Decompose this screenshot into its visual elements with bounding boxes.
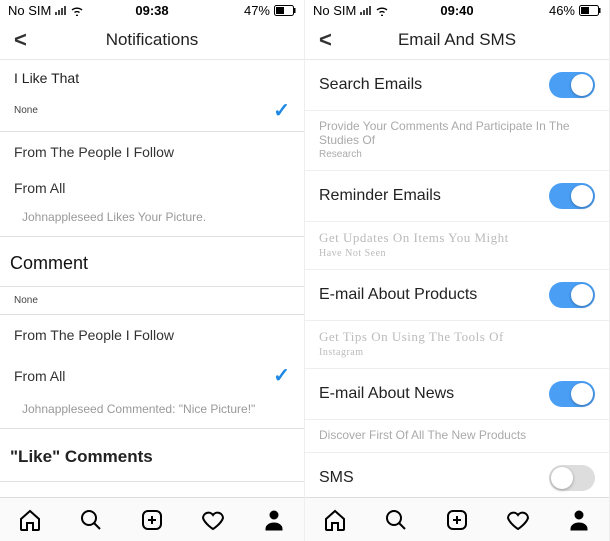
status-time: 09:40 (440, 3, 473, 18)
phone-left: No SIM 09:38 47% < Notifications I Like … (0, 0, 305, 541)
setting-label: Search Emails (319, 76, 422, 94)
divider (0, 481, 304, 482)
divider (0, 428, 304, 429)
setting-label: SMS (319, 469, 354, 487)
option-label: From The People I Follow (14, 327, 174, 343)
checkmark-icon: ✓ (273, 98, 290, 123)
section-comment: Comment (0, 239, 304, 284)
option-follow[interactable]: From The People I Follow (0, 134, 304, 170)
battery-icon (579, 5, 601, 16)
option-all[interactable]: From All (0, 170, 304, 206)
status-bar: No SIM 09:40 46% (305, 0, 609, 20)
carrier-text: No SIM (313, 3, 356, 18)
setting-label: E-mail About News (319, 385, 454, 403)
section-likecomments: "Like" Comments (0, 431, 304, 479)
toggle-email-news[interactable] (549, 381, 595, 407)
example-text: Johnappleseed Commented: "Nice Picture!" (0, 398, 304, 426)
option-label: None (14, 295, 38, 306)
tab-search[interactable] (383, 507, 409, 533)
toggle-reminder-emails[interactable] (549, 183, 595, 209)
wifi-icon (70, 5, 84, 16)
section-ilike: I Like That (0, 60, 304, 92)
divider (0, 314, 304, 315)
tabbar (0, 497, 304, 541)
setting-email-news: E-mail About News (305, 369, 609, 420)
signal-icon (55, 5, 66, 15)
battery-icon (274, 5, 296, 16)
back-button[interactable]: < (10, 27, 31, 53)
divider (0, 131, 304, 132)
tab-home[interactable] (17, 507, 43, 533)
page-title: Email And SMS (398, 30, 516, 50)
content: Search Emails Provide Your Comments And … (305, 60, 609, 497)
wifi-icon (375, 5, 389, 16)
setting-reminder-emails: Reminder Emails (305, 171, 609, 222)
setting-desc: Get Updates On Items You Might Have Not … (305, 222, 609, 270)
setting-email-products: E-mail About Products (305, 270, 609, 321)
back-button[interactable]: < (315, 27, 336, 53)
content: I Like That None ✓ From The People I Fol… (0, 60, 304, 497)
setting-label: Reminder Emails (319, 187, 441, 205)
phone-right: No SIM 09:40 46% < Email And SMS Search … (305, 0, 610, 541)
header: < Email And SMS (305, 20, 609, 60)
battery-text: 46% (549, 3, 575, 18)
divider (0, 236, 304, 237)
tab-add[interactable] (139, 507, 165, 533)
option-label: From The People I Follow (14, 144, 174, 160)
toggle-sms[interactable] (549, 465, 595, 491)
option-all[interactable]: From All ✓ (0, 353, 304, 398)
option-label: From All (14, 368, 65, 384)
tab-activity[interactable] (505, 507, 531, 533)
setting-label: E-mail About Products (319, 286, 477, 304)
status-time: 09:38 (135, 3, 168, 18)
example-text: Johnappleseed Likes Your Picture. (0, 206, 304, 234)
signal-icon (360, 5, 371, 15)
setting-search-emails: Search Emails (305, 60, 609, 111)
option-label: From All (14, 180, 65, 196)
setting-desc: Discover First Of All The New Products (305, 420, 609, 453)
tab-profile[interactable] (261, 507, 287, 533)
status-bar: No SIM 09:38 47% (0, 0, 304, 20)
toggle-search-emails[interactable] (549, 72, 595, 98)
setting-sms: SMS (305, 453, 609, 497)
tab-activity[interactable] (200, 507, 226, 533)
tabbar (305, 497, 609, 541)
tab-add[interactable] (444, 507, 470, 533)
tab-home[interactable] (322, 507, 348, 533)
checkmark-icon: ✓ (273, 363, 290, 388)
option-none[interactable]: None (0, 289, 304, 312)
setting-desc: Provide Your Comments And Participate In… (305, 111, 609, 171)
tab-search[interactable] (78, 507, 104, 533)
battery-text: 47% (244, 3, 270, 18)
divider (0, 286, 304, 287)
toggle-email-products[interactable] (549, 282, 595, 308)
tab-profile[interactable] (566, 507, 592, 533)
option-none[interactable]: None ✓ (0, 92, 304, 129)
page-title: Notifications (106, 30, 199, 50)
option-follow[interactable]: From The People I Follow (0, 317, 304, 353)
header: < Notifications (0, 20, 304, 60)
setting-desc: Get Tips On Using The Tools Of Instagram (305, 321, 609, 369)
carrier-text: No SIM (8, 3, 51, 18)
option-label: None (14, 105, 38, 116)
